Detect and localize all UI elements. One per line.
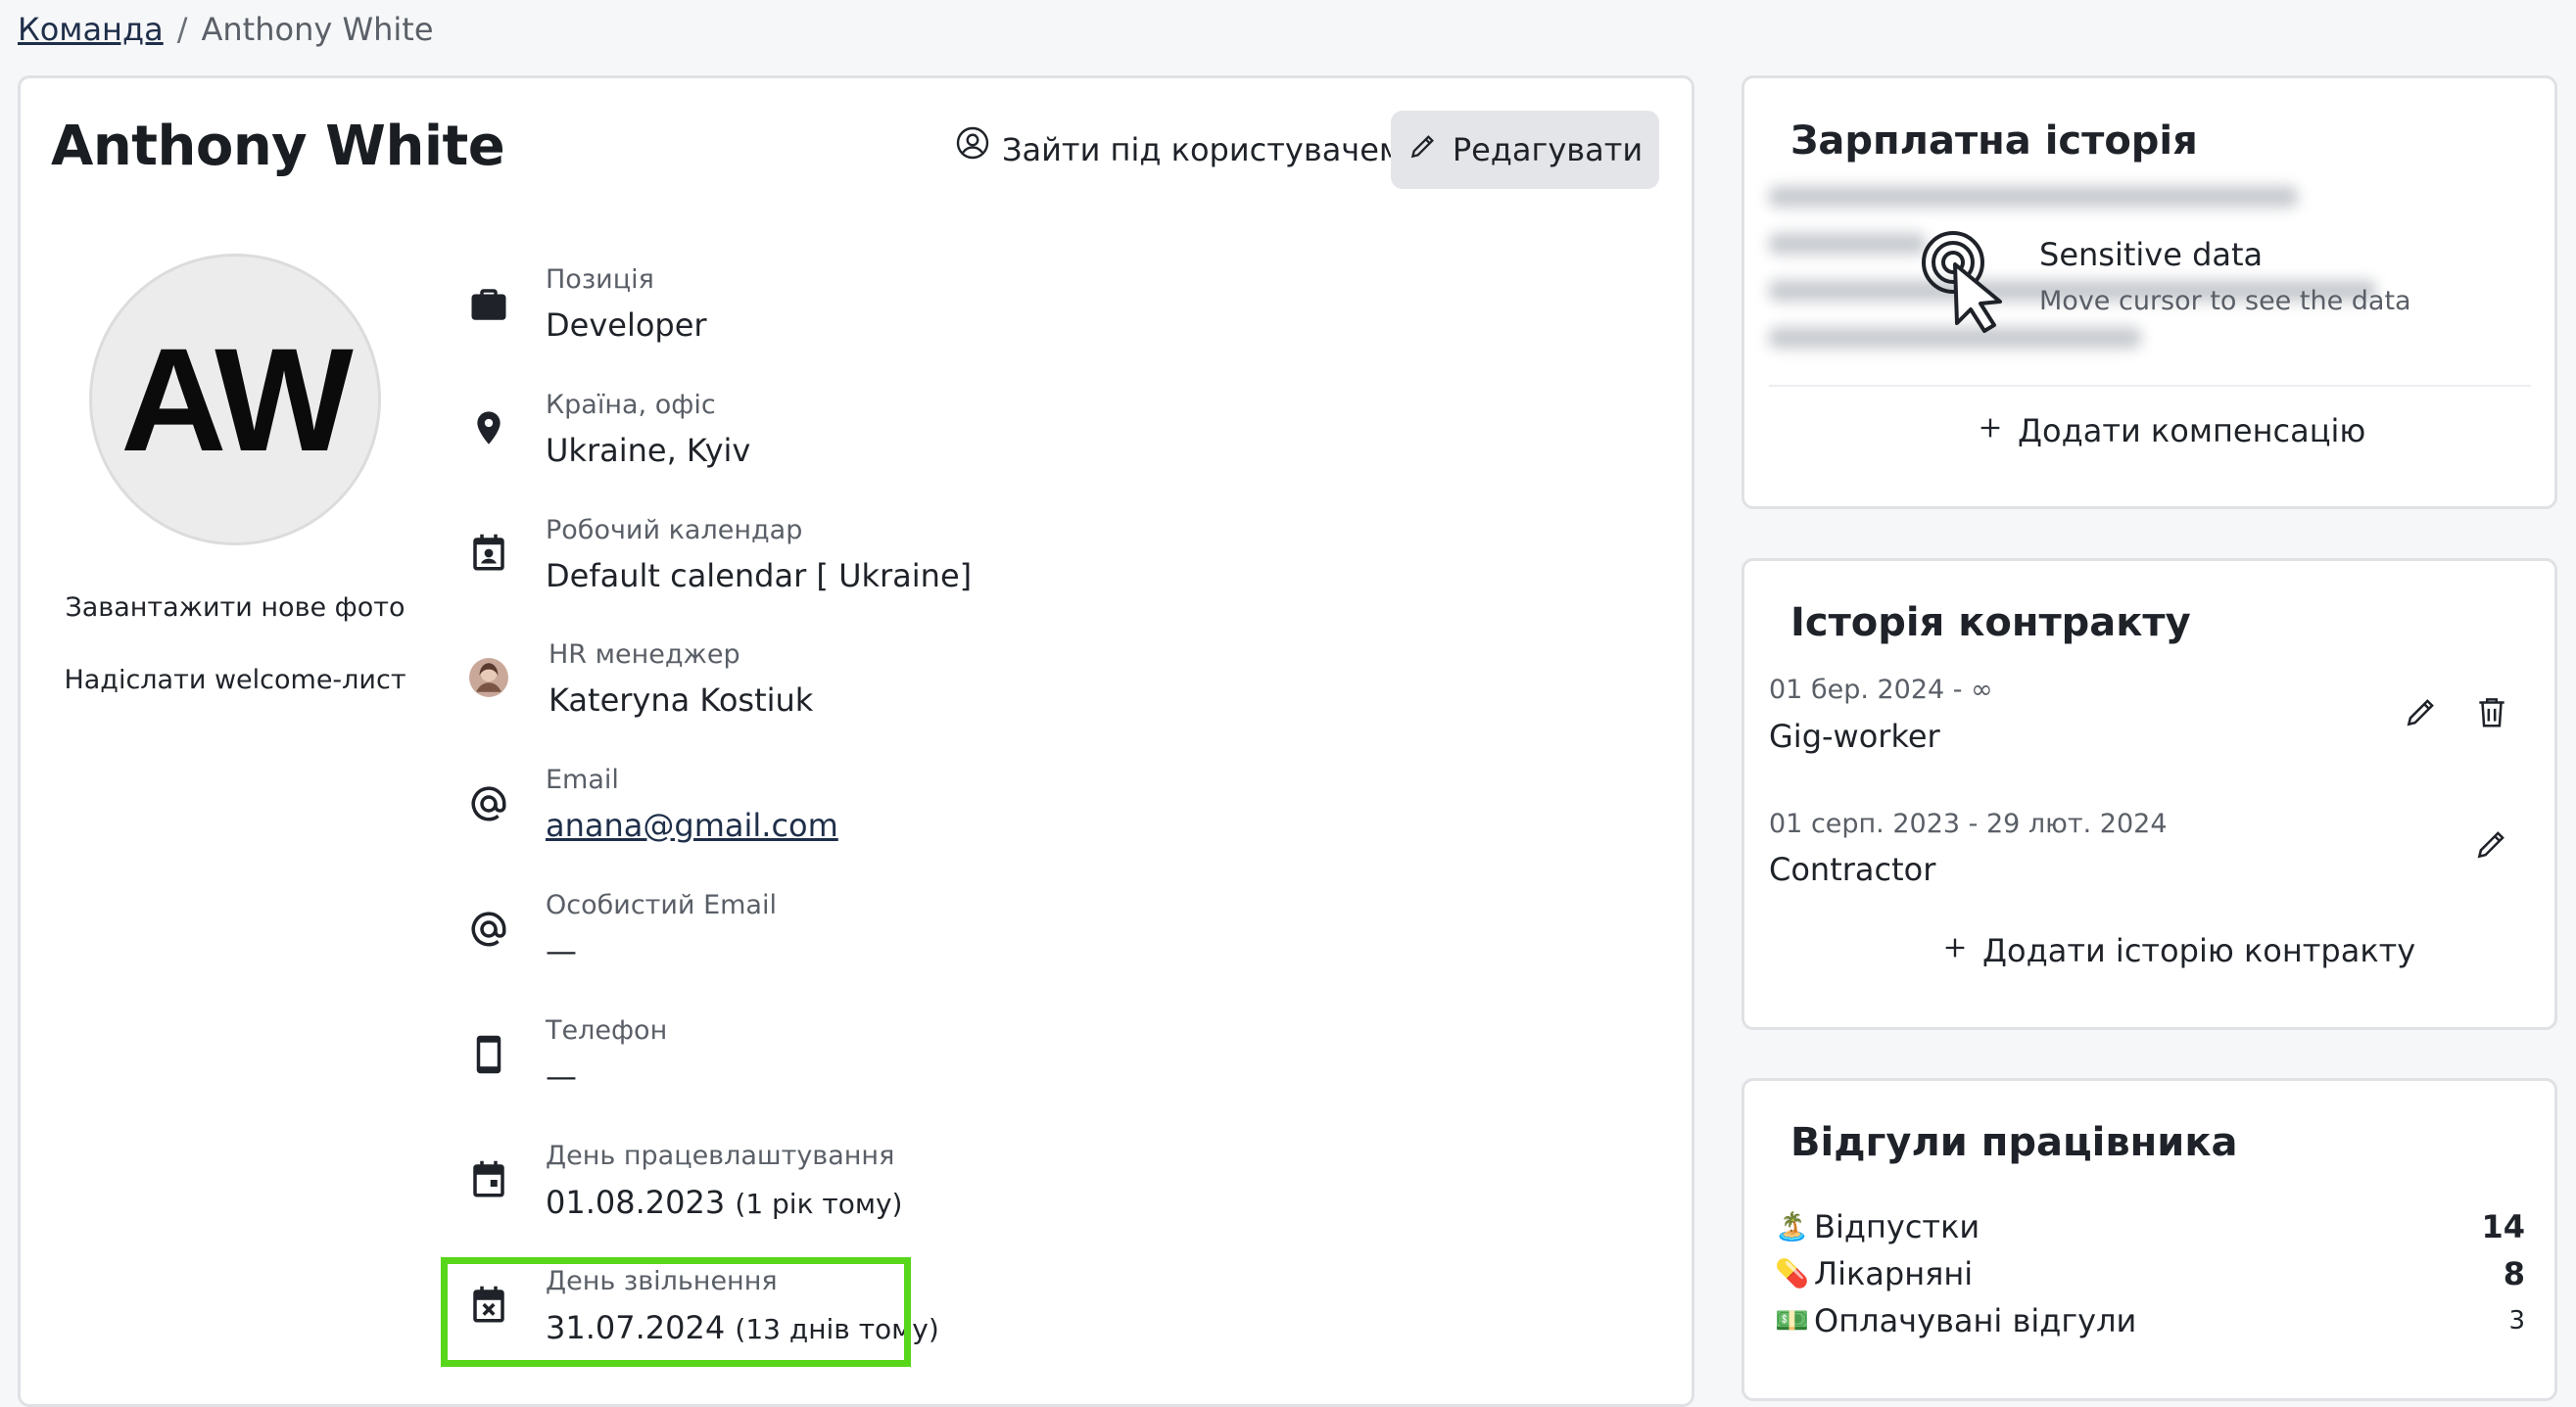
- phone-icon: [465, 1031, 512, 1078]
- pencil-icon: [2403, 693, 2440, 734]
- leave-count: 8: [2503, 1255, 2525, 1292]
- breadcrumb-parent-link[interactable]: Команда: [18, 11, 164, 48]
- briefcase-icon: [465, 281, 512, 328]
- add-contract-history-button[interactable]: Додати історію контракту: [1941, 932, 2415, 969]
- employee-leaves-title: Відгули працівника: [1790, 1120, 2238, 1165]
- contract-type: Gig-worker: [1769, 718, 1940, 755]
- avatar: AW: [89, 254, 381, 545]
- leave-label: Лікарняні: [1814, 1255, 1974, 1292]
- location-label: Країна, офіс: [546, 390, 716, 420]
- edit-contract-button[interactable]: [2468, 822, 2515, 869]
- hire-date: 01.08.2023: [546, 1184, 726, 1221]
- phone-value: —: [546, 1057, 577, 1095]
- edit-contract-button[interactable]: [2398, 690, 2445, 737]
- delete-contract-button[interactable]: [2468, 690, 2515, 737]
- position-label: Позиція: [546, 264, 654, 295]
- add-compensation-button[interactable]: Додати компенсацію: [1977, 412, 2365, 449]
- calendar-label: Робочий календар: [546, 515, 803, 545]
- breadcrumb: Команда / Anthony White: [18, 8, 434, 51]
- leave-row-paid: 💵 Оплачувані відгули 3: [1775, 1298, 2525, 1343]
- sensitive-data-blur[interactable]: [1769, 186, 2533, 372]
- leave-label: Оплачувані відгули: [1814, 1302, 2137, 1339]
- breadcrumb-separator: /: [176, 11, 188, 48]
- pencil-icon: [2473, 825, 2510, 867]
- hr-manager-label: HR менеджер: [549, 639, 740, 670]
- hire-date-value: 01.08.2023 (1 рік тому): [546, 1181, 902, 1226]
- send-welcome-letter-link[interactable]: Надіслати welcome-лист: [29, 665, 441, 695]
- sensitive-data-subtitle: Move cursor to see the data: [2039, 286, 2411, 316]
- email-link[interactable]: anana@gmail.com: [546, 807, 838, 844]
- user-circle-icon: [955, 125, 990, 174]
- contract-dates: 01 серп. 2023 - 29 лют. 2024: [1769, 809, 2168, 839]
- page-title: Anthony White: [51, 115, 505, 178]
- dismissal-date-highlight: [441, 1257, 911, 1367]
- breadcrumb-current: Anthony White: [201, 11, 434, 48]
- plus-icon: [1941, 932, 1969, 969]
- salary-history-title: Зарплатна історія: [1790, 118, 2198, 164]
- hire-date-relative: (1 рік тому): [735, 1188, 903, 1220]
- phone-label: Телефон: [546, 1015, 668, 1046]
- island-icon: 🏝️: [1775, 1210, 1809, 1243]
- contract-history-title: Історія контракту: [1790, 600, 2191, 645]
- upload-photo-link[interactable]: Завантажити нове фото: [29, 592, 441, 623]
- personal-email-value: —: [546, 932, 577, 969]
- divider: [1769, 385, 2531, 387]
- login-as-user-button[interactable]: Зайти під користувачем: [955, 125, 1403, 174]
- location-value: Ukraine, Kyiv: [546, 432, 751, 469]
- leave-count: 3: [2508, 1306, 2525, 1336]
- personal-email-label: Особистий Email: [546, 890, 777, 920]
- login-as-user-label: Зайти під користувачем: [1002, 131, 1404, 168]
- pill-icon: 💊: [1775, 1257, 1809, 1290]
- hire-date-label: День працевлаштування: [546, 1141, 895, 1171]
- calendar-event-icon: [465, 1156, 512, 1203]
- hr-manager-avatar: [465, 654, 512, 701]
- sensitive-data-title: Sensitive data: [2039, 236, 2264, 273]
- at-sign-icon: [465, 906, 512, 953]
- add-contract-history-label: Додати історію контракту: [1982, 932, 2416, 969]
- trash-icon: [2473, 693, 2510, 734]
- calendar-value: Default calendar [ Ukraine]: [546, 557, 973, 594]
- contact-calendar-icon: [465, 530, 512, 577]
- touch-cursor-icon: [1916, 225, 2026, 335]
- email-value: anana@gmail.com: [546, 804, 838, 847]
- pencil-icon: [1407, 130, 1439, 169]
- email-label: Email: [546, 765, 619, 795]
- leave-count: 14: [2481, 1208, 2525, 1245]
- plus-icon: [1977, 412, 2004, 449]
- leave-label: Відпустки: [1814, 1208, 1980, 1245]
- add-compensation-label: Додати компенсацію: [2018, 412, 2366, 449]
- leave-row-sick: 💊 Лікарняні 8: [1775, 1251, 2525, 1296]
- leave-row-vacation: 🏝️ Відпустки 14: [1775, 1204, 2525, 1249]
- location-pin-icon: [465, 404, 512, 451]
- hr-manager-value[interactable]: Kateryna Kostiuk: [549, 679, 813, 722]
- edit-button-label: Редагувати: [1452, 131, 1644, 168]
- contract-type: Contractor: [1769, 851, 1936, 888]
- contract-dates: 01 бер. 2024 - ∞: [1769, 675, 1993, 705]
- position-value: Developer: [546, 306, 707, 344]
- edit-button[interactable]: Редагувати: [1391, 111, 1659, 189]
- money-icon: 💵: [1775, 1304, 1809, 1337]
- at-sign-icon: [465, 780, 512, 827]
